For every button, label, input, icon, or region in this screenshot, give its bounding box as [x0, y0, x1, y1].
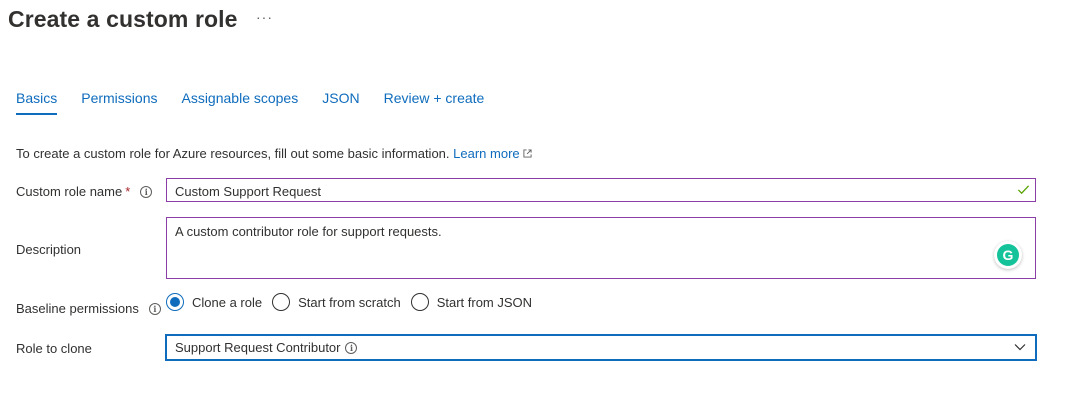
info-icon[interactable]: i [140, 185, 153, 198]
role-name-input[interactable]: Custom Support Request [166, 178, 1036, 202]
intro-text: To create a custom role for Azure resour… [16, 146, 450, 161]
more-options-button[interactable]: ··· [256, 9, 273, 25]
external-link-icon [523, 149, 532, 158]
required-marker: * [125, 184, 131, 199]
radio-button[interactable] [272, 293, 291, 311]
info-icon[interactable]: i [148, 302, 161, 315]
tab-permissions[interactable]: Permissions [81, 90, 157, 114]
grammarly-badge: G [997, 244, 1019, 266]
role-name-label-row: Custom role name * i [16, 184, 153, 199]
baseline-label-row: Baseline permissions i [16, 301, 161, 316]
role-name-value: Custom Support Request [175, 184, 321, 199]
tab-assignable-scopes[interactable]: Assignable scopes [181, 90, 298, 114]
description-value: A custom contributor role for support re… [175, 224, 442, 239]
checkmark-icon [1017, 185, 1030, 195]
chevron-down-icon [1014, 344, 1026, 351]
tab-review-create[interactable]: Review + create [384, 90, 485, 114]
intro-text-row: To create a custom role for Azure resour… [16, 146, 532, 161]
tab-json[interactable]: JSON [322, 90, 359, 114]
role-to-clone-value: Support Request Contributor [175, 340, 341, 355]
info-icon[interactable]: i [345, 341, 358, 354]
radio-label: Start from JSON [436, 294, 533, 310]
radio-label: Clone a role [192, 294, 263, 310]
grammarly-icon[interactable]: G [994, 241, 1022, 269]
tab-list: Basics Permissions Assignable scopes JSO… [16, 90, 508, 115]
radio-label: Start from scratch [298, 294, 401, 310]
page-title: Create a custom role [8, 6, 238, 32]
role-to-clone-dropdown[interactable]: Support Request Contributor i [165, 334, 1037, 361]
description-label: Description [16, 242, 82, 257]
radio-start-from-json[interactable]: Start from JSON [410, 293, 533, 311]
radio-clone-role[interactable]: Clone a role [166, 293, 262, 311]
tab-basics[interactable]: Basics [16, 90, 58, 115]
role-to-clone-label-row: Role to clone [16, 341, 92, 356]
role-name-label: Custom role name [16, 184, 123, 199]
baseline-radio-group: Clone a role Start from scratch Start fr… [166, 293, 542, 311]
description-label-row: Description [16, 242, 81, 257]
radio-button-checked[interactable] [166, 293, 184, 311]
baseline-label: Baseline permissions [16, 301, 139, 316]
description-textarea[interactable]: A custom contributor role for support re… [166, 217, 1036, 279]
radio-button[interactable] [410, 293, 429, 311]
learn-more-link[interactable]: Learn more [453, 146, 532, 161]
radio-start-from-scratch[interactable]: Start from scratch [272, 293, 401, 311]
role-to-clone-label: Role to clone [16, 341, 92, 356]
learn-more-label: Learn more [453, 146, 520, 161]
